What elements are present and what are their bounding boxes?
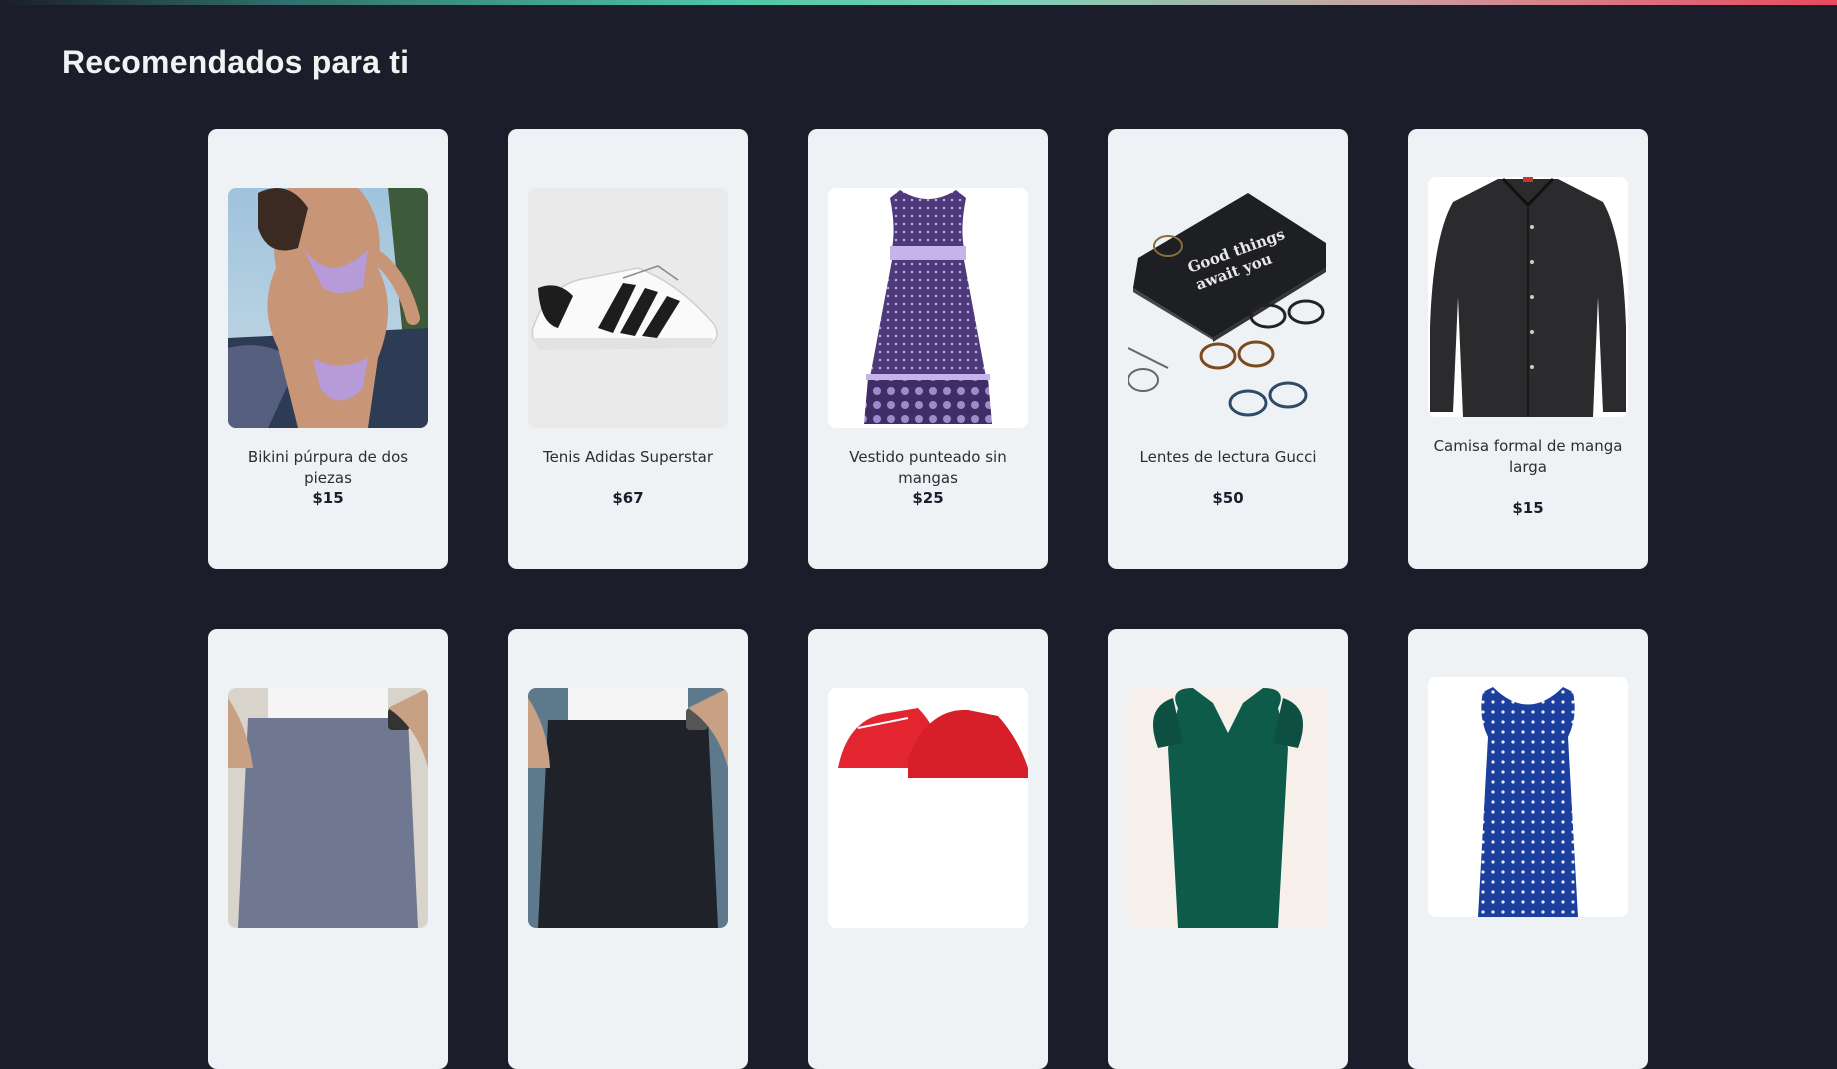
product-image[interactable] (228, 188, 428, 428)
product-card[interactable]: Camisa formal de manga larga $15 (1408, 129, 1648, 569)
purple-bikini-photo (228, 188, 428, 428)
blue-dotted-top-photo (1428, 677, 1628, 917)
product-name[interactable]: Vestido punteado sin mangas (828, 447, 1028, 489)
product-name[interactable]: Camisa formal de manga larga (1428, 436, 1628, 478)
product-card[interactable]: Vestido punteado sin mangas $25 (808, 129, 1048, 569)
product-image[interactable] (828, 188, 1028, 428)
section-title: Recomendados para ti (62, 44, 410, 80)
dotted-sleeveless-dress-photo (828, 188, 1028, 428)
product-price: $50 (1212, 489, 1244, 507)
product-card[interactable] (1108, 629, 1348, 1069)
product-name[interactable]: Bikini púrpura de dos piezas (228, 447, 428, 489)
product-card[interactable] (208, 629, 448, 1069)
product-image[interactable] (528, 188, 728, 428)
product-card[interactable]: Bikini púrpura de dos piezas $15 (208, 129, 448, 569)
product-image[interactable] (1128, 688, 1328, 928)
product-name[interactable]: Lentes de lectura Gucci (1128, 447, 1328, 468)
product-card[interactable] (508, 629, 748, 1069)
black-pants-photo (528, 688, 728, 928)
product-card[interactable]: Tenis Adidas Superstar $67 (508, 129, 748, 569)
product-image[interactable] (1428, 177, 1628, 417)
product-name[interactable]: Tenis Adidas Superstar (528, 447, 728, 468)
product-image[interactable] (528, 688, 728, 928)
red-sneakers-photo (828, 688, 1028, 928)
product-card[interactable] (808, 629, 1048, 1069)
product-price: $67 (612, 489, 644, 507)
grey-pants-photo (228, 688, 428, 928)
adidas-superstar-sneaker-photo (528, 188, 728, 428)
reading-glasses-box-photo: Good things await you (1128, 188, 1328, 428)
product-card[interactable]: Good things await you Lentes de lectura … (1108, 129, 1348, 569)
product-price: $15 (1512, 499, 1544, 517)
product-price: $15 (312, 489, 344, 507)
product-image[interactable]: Good things await you (1128, 188, 1328, 428)
product-card[interactable] (1408, 629, 1648, 1069)
product-image[interactable] (228, 688, 428, 928)
product-image[interactable] (828, 688, 1028, 928)
top-accent-bar (0, 0, 1837, 5)
black-dress-shirt-photo (1428, 177, 1628, 417)
product-price: $25 (912, 489, 944, 507)
green-dress-photo (1128, 688, 1328, 928)
product-image[interactable] (1428, 677, 1628, 917)
